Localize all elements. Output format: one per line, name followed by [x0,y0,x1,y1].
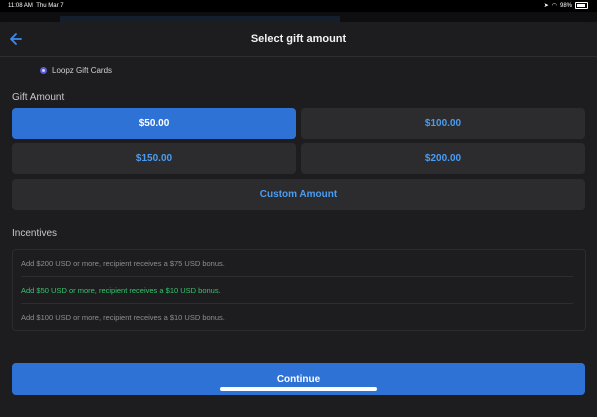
status-time: 11:08 AM Thu Mar 7 [8,3,64,9]
background-page [0,12,597,22]
gift-amount-sheet: Select gift amount Loopz Gift Cards Gift… [0,22,597,417]
status-indicators: ➤ ◠ 98% [544,2,588,9]
incentive-item-active: Add $50 USD or more, recipient receives … [21,276,573,303]
battery-percent: 98% [559,2,572,9]
amount-option-150[interactable]: $150.00 [12,143,296,174]
amount-option-200[interactable]: $200.00 [301,143,585,174]
gift-amount-label: Gift Amount [12,92,65,103]
status-clock: 11:08 AM [8,3,33,9]
location-icon: ➤ [543,3,549,9]
status-bar: 11:08 AM Thu Mar 7 ➤ ◠ 98% [0,0,597,12]
wifi-icon: ◠ [551,3,557,9]
merchant-row: Loopz Gift Cards [40,64,112,76]
battery-icon [575,2,588,9]
incentive-item: Add $100 USD or more, recipient receives… [21,303,573,330]
amount-option-50[interactable]: $50.00 [12,108,296,139]
home-indicator[interactable] [220,387,377,391]
sheet-header: Select gift amount [0,22,597,57]
custom-amount-button[interactable]: Custom Amount [12,179,585,210]
status-date: Thu Mar 7 [36,3,64,9]
page-title: Select gift amount [250,33,347,45]
incentives-list: Add $200 USD or more, recipient receives… [12,249,586,331]
amount-option-100[interactable]: $100.00 [301,108,585,139]
merchant-name: Loopz Gift Cards [52,65,113,75]
merchant-logo-icon [40,66,47,74]
incentives-label: Incentives [12,228,58,239]
incentive-item: Add $200 USD or more, recipient receives… [21,258,225,268]
